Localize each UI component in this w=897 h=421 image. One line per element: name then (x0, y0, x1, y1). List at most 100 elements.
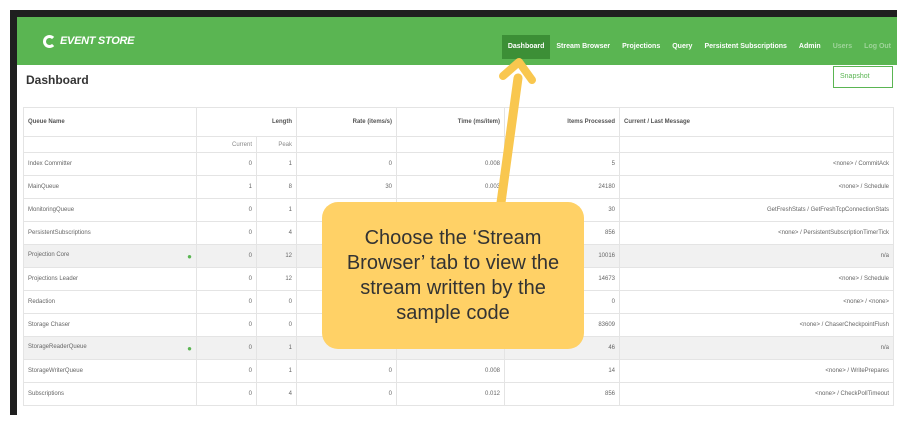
cell-current-last-message-text: <none> / <none> (843, 299, 889, 305)
cell-time-text: 0.008 (484, 368, 500, 374)
cell-items-processed-text: 856 (604, 391, 615, 397)
cell-current: 0 (196, 152, 257, 176)
cell-current-text: 0 (248, 253, 252, 259)
cell-rate-text: 30 (385, 184, 392, 190)
subheader-blank (396, 136, 505, 153)
cell-queue-name[interactable]: MainQueue (23, 175, 197, 199)
col-queue-name[interactable]: Queue Name (23, 107, 197, 137)
cell-current-last-message: n/a (619, 244, 894, 268)
page-title: Dashboard (26, 73, 89, 87)
cell-current-last-message-text: n/a (880, 253, 889, 259)
cell-queue-name-text: Projections Leader (28, 276, 79, 282)
cell-current-text: 0 (248, 230, 252, 236)
cell-peak: 1 (256, 336, 297, 360)
cell-current-last-message-text: GetFreshStats / GetFreshTcpConnectionSta… (766, 207, 889, 213)
nav-projections[interactable]: Projections (616, 35, 666, 59)
table-subheader-row: Current Peak (23, 136, 894, 153)
cell-items-processed: 24180 (504, 175, 620, 199)
cell-peak: 0 (256, 313, 297, 337)
cell-peak-text: 1 (288, 207, 292, 213)
cell-current-text: 0 (248, 345, 252, 351)
cell-peak: 4 (256, 382, 297, 406)
cell-current: 0 (196, 313, 257, 337)
cell-queue-name-text: Subscriptions (28, 391, 65, 397)
cell-current-last-message: <none> / ChaserCheckpointFlush (619, 313, 894, 337)
cell-rate: 0 (296, 382, 397, 406)
cell-peak-text: 4 (288, 391, 292, 397)
nav-dashboard[interactable]: Dashboard (501, 35, 551, 59)
cell-peak: 12 (256, 244, 297, 268)
cell-items-processed-text: 5 (611, 161, 615, 167)
table-row: Index Committer 0 1 0 0.008 5 <none> / CommitA… (23, 152, 894, 176)
event-store-logo[interactable]: EVENT STORE (43, 31, 134, 51)
cell-peak: 1 (256, 152, 297, 176)
nav-persistent-subscriptions[interactable]: Persistent Subscriptions (698, 35, 792, 59)
cell-current: 0 (196, 290, 257, 314)
col-items-processed[interactable]: Items Processed (504, 107, 620, 137)
cell-current: 0 (196, 267, 257, 291)
cell-current-text: 0 (248, 276, 252, 282)
cell-current-last-message: <none> / Schedule (619, 267, 894, 291)
cell-queue-name-text: Storage Chaser (28, 322, 71, 328)
cell-rate-text: 0 (388, 368, 392, 374)
cell-queue-name[interactable]: Projection Core ● (23, 244, 197, 268)
cell-rate: 0 (296, 152, 397, 176)
nav-users[interactable]: Users (827, 35, 858, 59)
cell-current-last-message: <none> / Schedule (619, 175, 894, 199)
cell-items-processed: 14 (504, 359, 620, 383)
table-row: Subscriptions 0 4 0 0.012 856 <none> / CheckPo… (23, 382, 894, 406)
cell-items-processed-text: 0 (611, 299, 615, 305)
col-length: Length (196, 107, 297, 137)
cell-peak: 8 (256, 175, 297, 199)
snapshot-button[interactable]: Snapshot (833, 66, 893, 88)
cell-queue-name[interactable]: Subscriptions (23, 382, 197, 406)
cell-time: 0.012 (396, 382, 505, 406)
cell-peak-text: 4 (288, 230, 292, 236)
nav-admin[interactable]: Admin (793, 35, 827, 59)
cell-queue-name[interactable]: Projections Leader (23, 267, 197, 291)
cell-queue-name[interactable]: Index Committer (23, 152, 197, 176)
cell-time: 0.008 (396, 359, 505, 383)
logo-text: EVENT STORE (60, 35, 135, 47)
cell-items-processed-text: 10016 (598, 253, 615, 259)
cell-current-last-message-text: <none> / Schedule (838, 276, 889, 282)
nav-log-out[interactable]: Log Out (858, 35, 897, 59)
col-current[interactable]: Current (196, 136, 257, 153)
cell-peak-text: 12 (285, 253, 292, 259)
cell-rate: 30 (296, 175, 397, 199)
cell-queue-name[interactable]: MonitoringQueue (23, 198, 197, 222)
cell-current-text: 1 (248, 184, 252, 190)
cell-queue-name-text: Projection Core (28, 251, 70, 258)
cell-peak: 12 (256, 267, 297, 291)
cell-peak-text: 0 (288, 322, 292, 328)
nav-stream-browser[interactable]: Stream Browser (550, 35, 616, 59)
cell-queue-name[interactable]: Redaction (23, 290, 197, 314)
table-row: MainQueue 1 8 30 0.003 24180 <none> / Schedule (23, 175, 894, 199)
cell-current: 0 (196, 359, 257, 383)
table-row: StorageWriterQueue 0 1 0 0.008 14 <none> / Wri… (23, 359, 894, 383)
col-current-last[interactable]: Current / Last Message (619, 107, 894, 137)
cell-queue-name-text: MonitoringQueue (28, 207, 75, 213)
cell-rate-text: 0 (388, 391, 392, 397)
cell-peak-text: 1 (288, 345, 292, 351)
cell-queue-name[interactable]: Storage Chaser (23, 313, 197, 337)
nav-query[interactable]: Query (666, 35, 698, 59)
cell-current-text: 0 (248, 368, 252, 374)
cell-queue-name[interactable]: StorageWriterQueue (23, 359, 197, 383)
cell-current-last-message-text: <none> / CheckPollTimeout (815, 391, 889, 397)
cell-current-last-message-text: <none> / PersistentSubscriptionTimerTick (778, 230, 889, 236)
cell-queue-name[interactable]: PersistentSubscriptions (23, 221, 197, 245)
col-time[interactable]: Time (ms/item) (396, 107, 505, 137)
cell-queue-name[interactable]: StorageReaderQueue ● (23, 336, 197, 360)
subheader-blank (619, 136, 894, 153)
col-peak[interactable]: Peak (256, 136, 297, 153)
cell-rate-text: 0 (388, 161, 392, 167)
cell-items-processed-text: 83609 (598, 322, 615, 328)
cell-current-last-message: <none> / WritePrepares (619, 359, 894, 383)
cell-current: 0 (196, 244, 257, 268)
cell-current-last-message-text: <none> / ChaserCheckpointFlush (799, 322, 889, 328)
cell-current-text: 0 (248, 391, 252, 397)
cell-items-processed-text: 24180 (598, 184, 615, 190)
col-rate[interactable]: Rate (items/s) (296, 107, 397, 137)
cell-items-processed: 856 (504, 382, 620, 406)
